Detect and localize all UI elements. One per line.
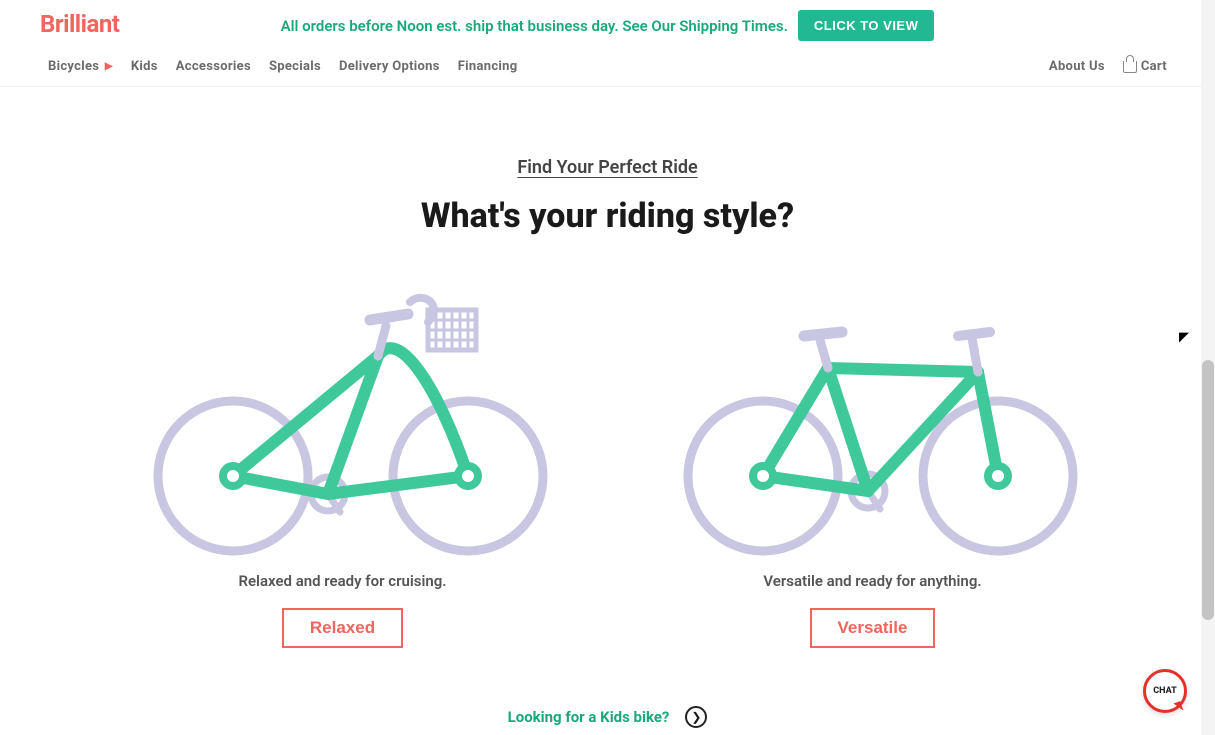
relaxed-description: Relaxed and ready for cruising.: [238, 572, 446, 590]
versatile-bike-icon: [658, 266, 1088, 556]
versatile-description: Versatile and ready for anything.: [763, 572, 981, 590]
nav-cart-label: Cart: [1141, 59, 1167, 74]
shipping-banner-text[interactable]: All orders before Noon est. ship that bu…: [281, 17, 788, 35]
announcement-bar: Brilliant All orders before Noon est. sh…: [0, 0, 1215, 47]
chat-widget-button[interactable]: CHAT: [1143, 669, 1187, 713]
cart-icon: [1123, 61, 1137, 73]
riding-style-headline: What's your riding style?: [0, 196, 1215, 236]
nav-about[interactable]: About Us: [1049, 59, 1105, 74]
option-versatile[interactable]: Versatile and ready for anything. Versat…: [658, 266, 1088, 648]
nav-right-group: About Us Cart: [1049, 59, 1167, 74]
style-options-row: Relaxed and ready for cruising. Relaxed: [0, 266, 1215, 648]
option-relaxed[interactable]: Relaxed and ready for cruising. Relaxed: [128, 266, 558, 648]
nav-cart[interactable]: Cart: [1123, 59, 1167, 74]
nav-kids[interactable]: Kids: [131, 59, 158, 74]
relaxed-button[interactable]: Relaxed: [282, 608, 403, 648]
find-ride-link[interactable]: Find Your Perfect Ride: [0, 157, 1215, 178]
chevron-right-icon: ▶: [105, 61, 113, 72]
nav-specials[interactable]: Specials: [269, 59, 321, 74]
chat-widget-label: CHAT: [1153, 686, 1177, 696]
nav-bicycles-label: Bicycles: [48, 59, 99, 74]
nav-delivery[interactable]: Delivery Options: [339, 59, 440, 74]
nav-accessories[interactable]: Accessories: [176, 59, 251, 74]
brand-logo[interactable]: Brilliant: [40, 10, 119, 38]
nav-left-group: Bicycles ▶ Kids Accessories Specials Del…: [48, 59, 517, 74]
relaxed-bike-icon: [128, 266, 558, 556]
shipping-banner-button[interactable]: CLICK TO VIEW: [798, 10, 934, 41]
nav-financing[interactable]: Financing: [458, 59, 518, 74]
scrollbar-track[interactable]: [1201, 0, 1215, 735]
kids-bike-row: Looking for a Kids bike? ❯: [0, 706, 1215, 728]
scrollbar-thumb[interactable]: [1202, 360, 1214, 620]
versatile-button[interactable]: Versatile: [810, 608, 936, 648]
main-content: Find Your Perfect Ride What's your ridin…: [0, 87, 1215, 728]
arrow-right-circle-icon[interactable]: ❯: [685, 706, 707, 728]
kids-bike-link[interactable]: Looking for a Kids bike?: [508, 708, 670, 726]
nav-bicycles[interactable]: Bicycles ▶: [48, 59, 113, 74]
main-nav: Bicycles ▶ Kids Accessories Specials Del…: [0, 47, 1215, 87]
